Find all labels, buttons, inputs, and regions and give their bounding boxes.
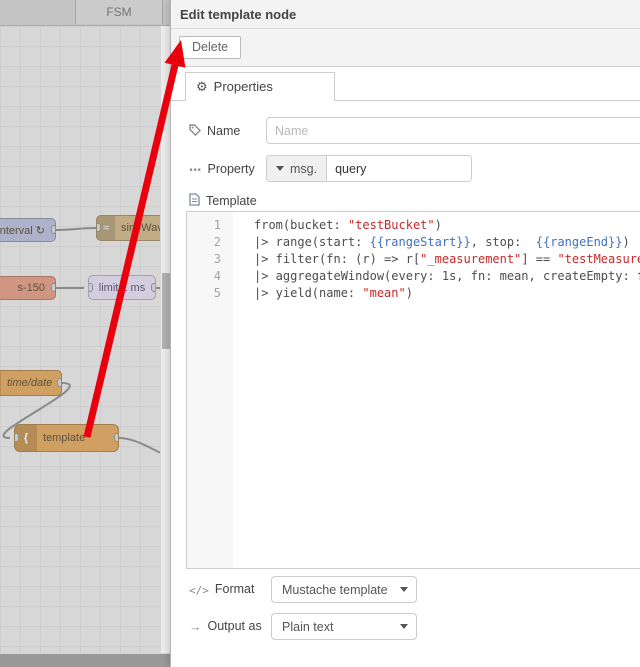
- flow-canvas[interactable]: FSM interval ↻ ≈ sineWave s-150 limit 1 …: [0, 0, 176, 667]
- document-icon: [189, 193, 200, 209]
- app-root: FSM interval ↻ ≈ sineWave s-150 limit 1 …: [0, 0, 640, 667]
- output-select[interactable]: Plain text: [271, 613, 417, 640]
- code-line: 1 from(bucket: "testBucket"): [213, 218, 442, 232]
- gear-icon: ⚙: [196, 79, 208, 94]
- tray-title: Edit template node: [180, 7, 297, 22]
- delete-button[interactable]: Delete: [179, 36, 242, 59]
- ellipsis-icon: ⋯: [189, 163, 202, 177]
- code-line: 4 |> aggregateWindow(every: 1s, fn: mean,…: [213, 269, 640, 283]
- msg-type-button[interactable]: msg.: [267, 156, 328, 181]
- property-label-text: Property: [207, 162, 255, 176]
- template-label: Template: [189, 193, 257, 209]
- msg-type-label: msg.: [290, 161, 318, 176]
- tab-row: ⚙ Properties: [171, 72, 640, 101]
- name-label-text: Name: [207, 124, 241, 138]
- format-label: </> Format: [189, 582, 254, 597]
- template-label-text: Template: [206, 194, 257, 208]
- tab-properties[interactable]: ⚙ Properties: [185, 72, 335, 101]
- canvas-hscrollbar[interactable]: [0, 654, 170, 667]
- format-select[interactable]: Mustache template: [271, 576, 417, 603]
- property-typed-input: msg.: [266, 155, 472, 182]
- tray-toolbar: Delete: [171, 29, 640, 67]
- tab-properties-label: Properties: [213, 79, 273, 94]
- template-editor[interactable]: 1 from(bucket: "testBucket") 2 |> range(sta…: [186, 211, 640, 569]
- arrow-right-icon: →: [189, 620, 202, 634]
- code-line: 5 |> yield(name: "mean"): [213, 286, 413, 300]
- property-label: ⋯ Property: [189, 162, 255, 177]
- output-label-text: Output as: [207, 619, 262, 633]
- edit-tray: Edit template node Delete ⚙ Properties Na…: [170, 0, 640, 667]
- chevron-down-icon: [400, 587, 408, 592]
- tag-icon: [189, 124, 201, 139]
- output-select-value: Plain text: [282, 619, 334, 634]
- tray-header: Edit template node: [171, 0, 640, 29]
- code-line: 3 |> filter(fn: (r) => r["_measurement"] …: [213, 252, 640, 266]
- name-input[interactable]: [266, 117, 640, 144]
- chevron-down-icon: [276, 166, 284, 171]
- format-select-value: Mustache template: [282, 582, 388, 597]
- template-editor-lines: 1 from(bucket: "testBucket") 2 |> range(sta…: [187, 217, 640, 302]
- vscrollbar-thumb[interactable]: [162, 273, 170, 349]
- output-label: → Output as: [189, 619, 262, 634]
- code-line: 2 |> range(start: {{rangeStart}}, stop: {…: [213, 235, 630, 249]
- chevron-down-icon: [400, 624, 408, 629]
- format-label-text: Format: [214, 582, 255, 596]
- property-value-input[interactable]: [327, 156, 471, 181]
- name-label: Name: [189, 124, 240, 139]
- code-icon: </>: [189, 584, 209, 597]
- canvas-dim-overlay: [0, 0, 170, 667]
